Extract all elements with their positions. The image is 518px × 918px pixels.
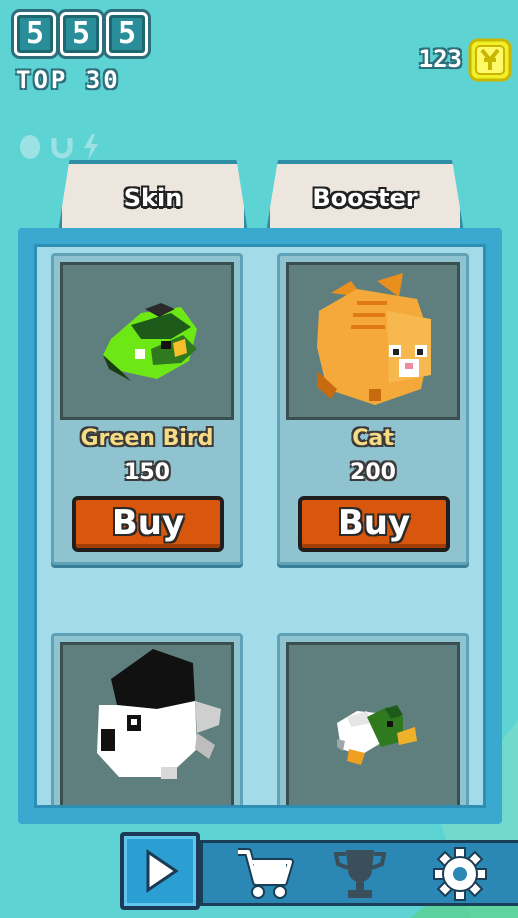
score-digit: 5: [106, 12, 148, 56]
shop-item-green-bird[interactable]: Green Bird 150 Buy: [51, 253, 243, 565]
top-score-label: TOP 30: [16, 66, 121, 94]
shop-grid: Green Bird 150 Buy Cat 200 Buy: [34, 244, 486, 808]
buy-button[interactable]: Buy: [72, 496, 224, 552]
item-price: 150: [124, 460, 170, 485]
item-name: Cat: [352, 426, 394, 451]
shop-cart-button[interactable]: [234, 846, 294, 902]
settings-button[interactable]: [430, 846, 490, 902]
cat-icon: [286, 262, 460, 420]
coin-icon: [468, 38, 512, 82]
coin-counter: 123: [418, 38, 512, 82]
gear-icon: [433, 847, 487, 901]
powerup-indicators: [18, 134, 100, 160]
coin-count: 123: [418, 45, 462, 73]
green-bird-icon: [60, 262, 234, 420]
trophy-icon: [333, 850, 387, 898]
shop-panel: Green Bird 150 Buy Cat 200 Buy: [18, 228, 502, 824]
magnet-icon: [51, 138, 73, 159]
tab-skin[interactable]: Skin: [58, 160, 248, 232]
leaderboard-button[interactable]: [330, 846, 390, 902]
item-name: Green Bird: [80, 426, 214, 451]
score-digit: 5: [60, 12, 102, 56]
cart-icon: [238, 848, 294, 899]
play-button[interactable]: [120, 832, 200, 910]
buy-button[interactable]: Buy: [298, 496, 450, 552]
play-icon: [146, 849, 179, 893]
duck-icon: [286, 642, 460, 805]
shop-item-duck[interactable]: [277, 633, 469, 805]
score-display: 5 5 5: [14, 12, 148, 56]
lightning-icon: [84, 134, 98, 160]
shield-icon: [20, 135, 40, 159]
shop-item-cat[interactable]: Cat 200 Buy: [277, 253, 469, 565]
item-price: 200: [350, 460, 396, 485]
score-digit: 5: [14, 12, 56, 56]
shop-item-penguin[interactable]: [51, 633, 243, 805]
tab-booster[interactable]: Booster: [266, 160, 464, 232]
penguin-icon: [60, 642, 234, 805]
